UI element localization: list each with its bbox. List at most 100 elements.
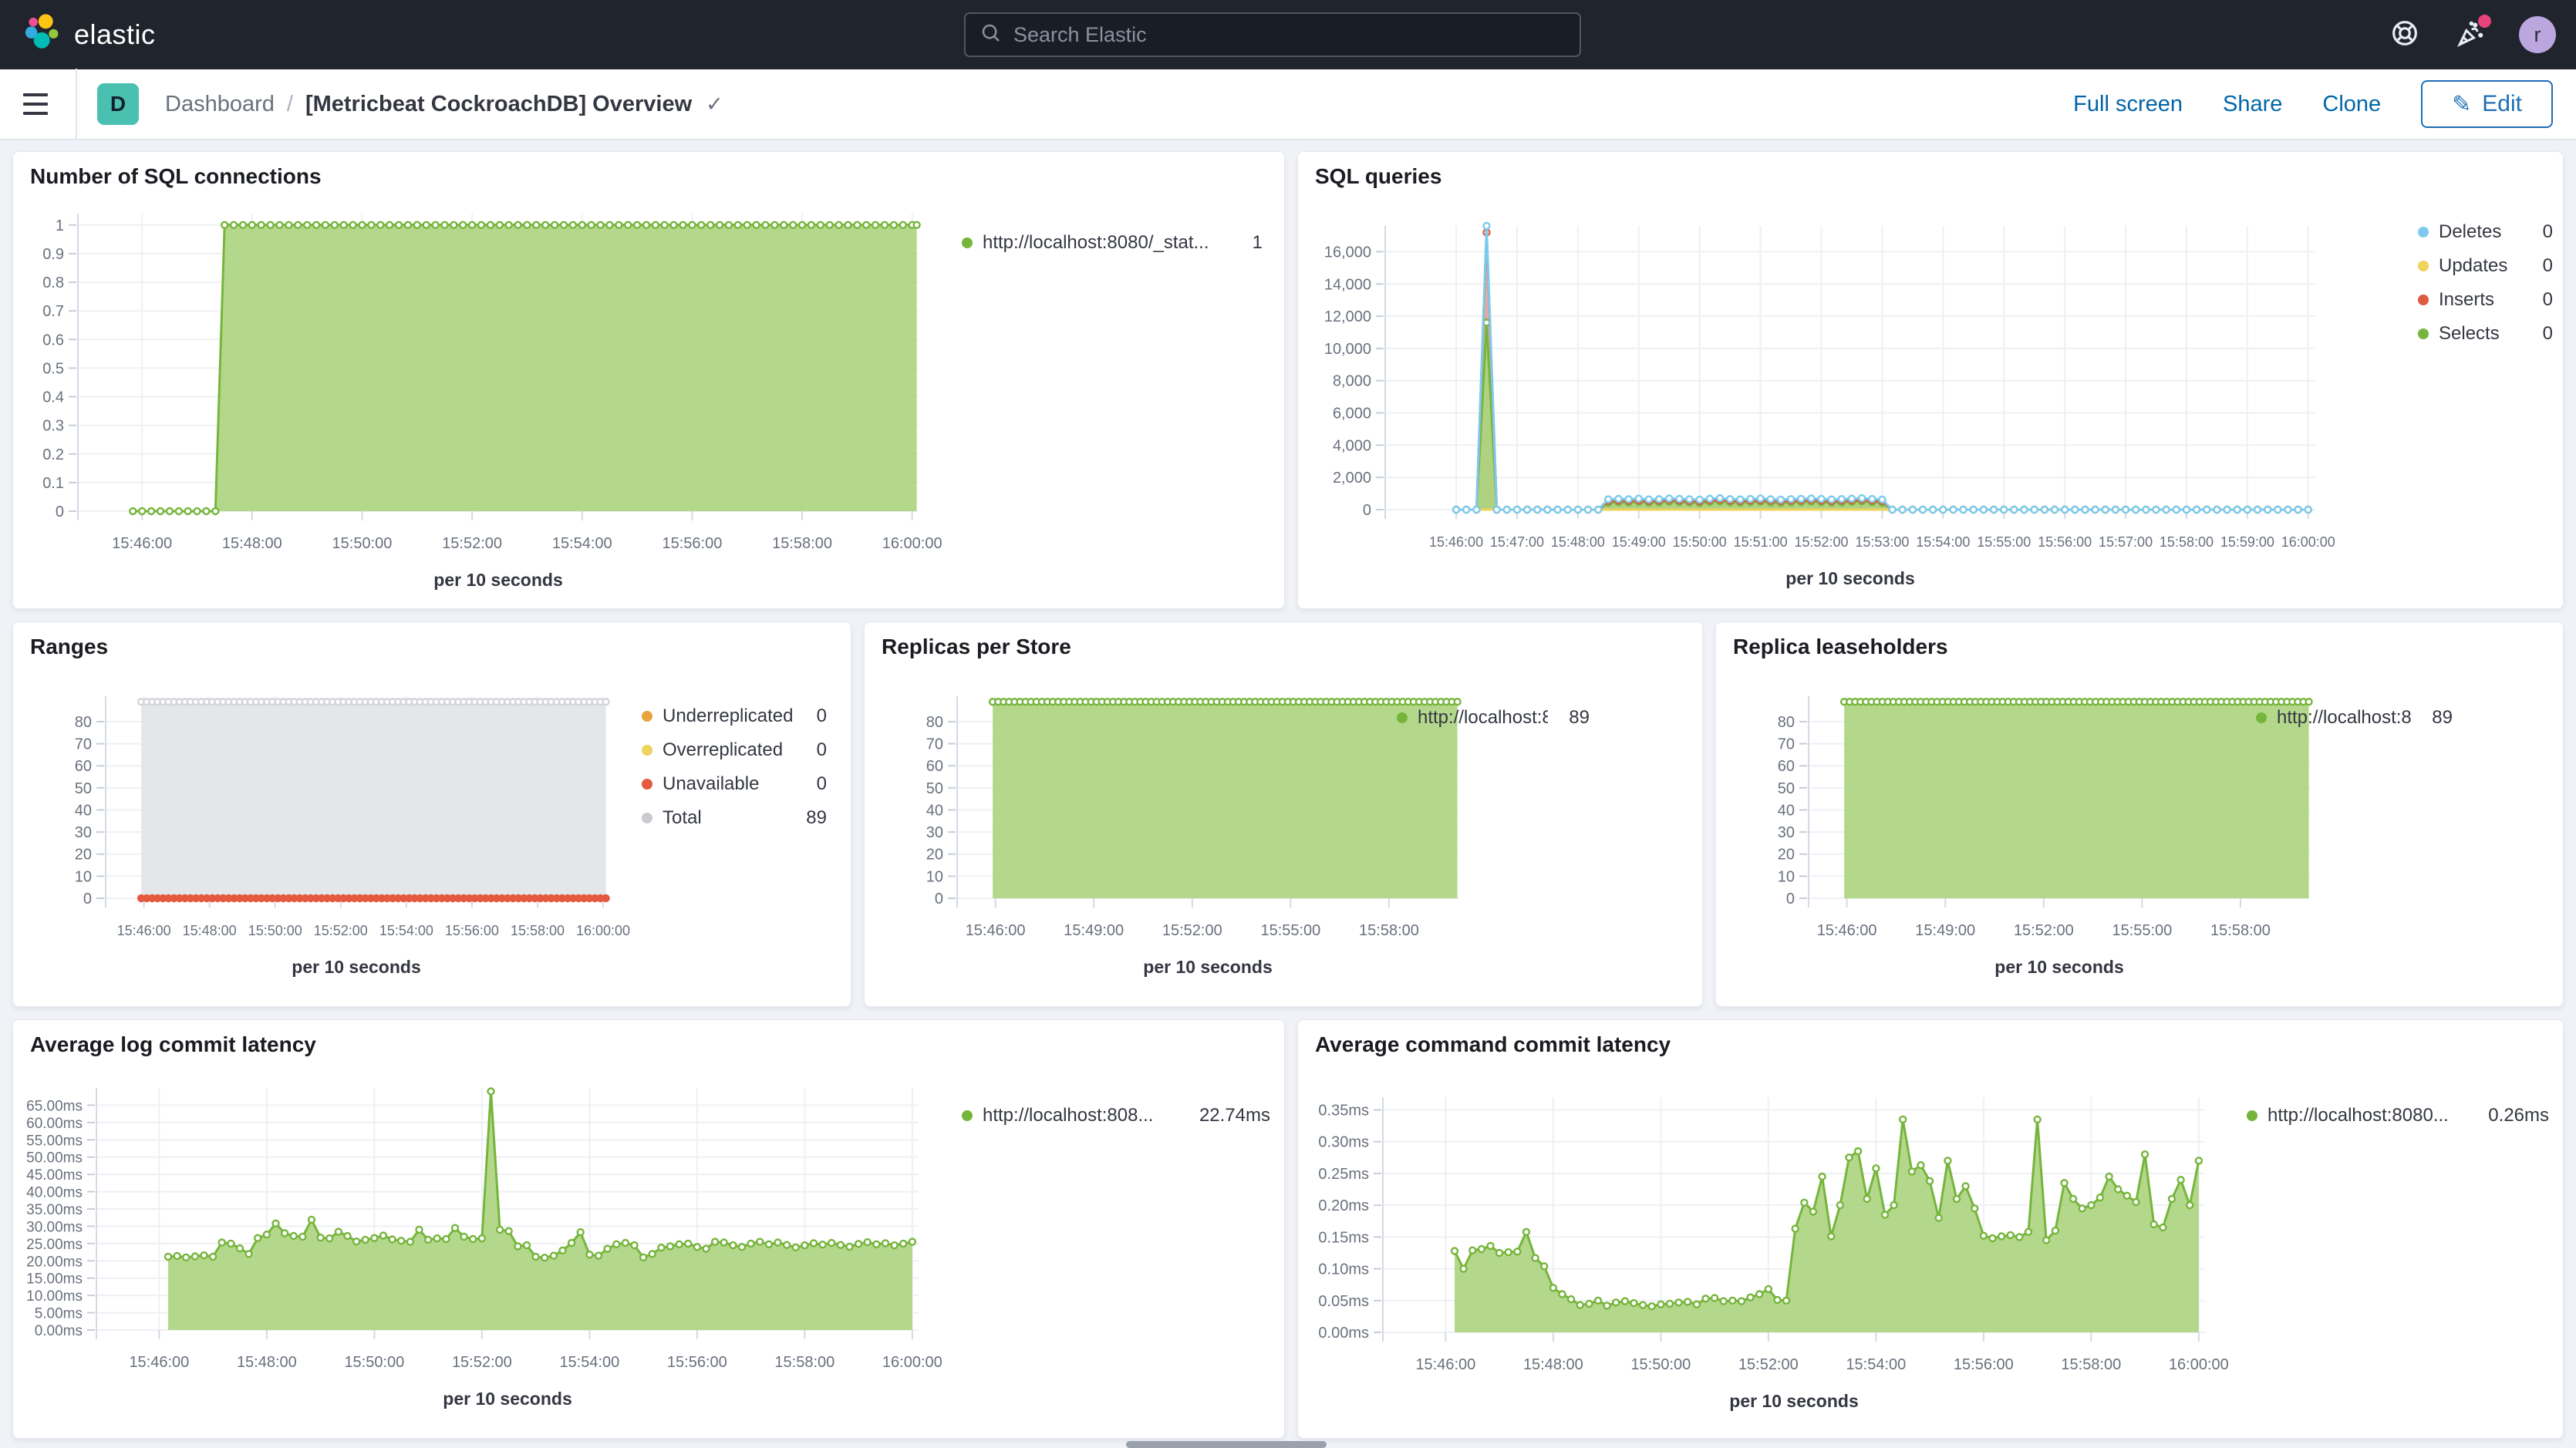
svg-text:16:00:00: 16:00:00 [2169, 1356, 2229, 1373]
svg-text:0.05ms: 0.05ms [1318, 1293, 1369, 1310]
svg-text:5.00ms: 5.00ms [35, 1306, 83, 1322]
legend-item[interactable]: http://localhost:8080/_sta...89 [2256, 701, 2453, 735]
legend-value: 0 [2532, 255, 2553, 277]
svg-text:30: 30 [1778, 824, 1795, 841]
svg-text:40: 40 [1778, 802, 1795, 819]
help-button[interactable] [2386, 16, 2423, 53]
legend-item[interactable]: Total89 [642, 801, 827, 835]
svg-text:15:46:00: 15:46:00 [1817, 922, 1877, 939]
legend-item[interactable]: Deletes0 [2418, 215, 2553, 249]
elastic-logo[interactable] [22, 12, 63, 58]
svg-text:15:46:00: 15:46:00 [129, 1354, 189, 1371]
panel-sql-connections: Number of SQL connections 10.90.80.70.60… [12, 151, 1285, 609]
chart-legend: Deletes0Updates0Inserts0Selects0 [2418, 215, 2553, 351]
svg-text:2,000: 2,000 [1333, 470, 1371, 487]
svg-text:50: 50 [75, 780, 92, 797]
svg-text:15:58:00: 15:58:00 [2160, 534, 2214, 550]
legend-item[interactable]: Underreplicated0 [642, 699, 827, 733]
nav-divider [76, 69, 77, 140]
svg-text:70: 70 [1778, 736, 1795, 753]
svg-text:16:00:00: 16:00:00 [882, 535, 942, 552]
svg-text:15.00ms: 15.00ms [26, 1271, 83, 1288]
log-commit-latency-chart[interactable]: 65.00ms60.00ms55.00ms50.00ms45.00ms40.00… [13, 1020, 1286, 1440]
svg-text:10: 10 [1778, 868, 1795, 885]
svg-text:15:48:00: 15:48:00 [183, 923, 237, 938]
svg-text:15:46:00: 15:46:00 [1415, 1356, 1475, 1373]
panel-replica-leaseholders: Replica leaseholders 8070605040302010015… [1715, 621, 2564, 1007]
svg-text:10: 10 [926, 868, 943, 885]
search-input[interactable] [1013, 23, 1566, 47]
clone-button[interactable]: Clone [2322, 92, 2381, 117]
legend-item[interactable]: http://localhost:8080/_stat...1 [962, 226, 1263, 260]
svg-text:60: 60 [926, 758, 943, 775]
svg-text:15:54:00: 15:54:00 [559, 1354, 619, 1371]
svg-text:0.35ms: 0.35ms [1318, 1102, 1369, 1119]
svg-text:per 10 seconds: per 10 seconds [1994, 957, 2123, 977]
svg-text:60: 60 [1778, 758, 1795, 775]
panel-sql-queries: SQL queries 16,00014,00012,00010,0008,00… [1297, 151, 2564, 609]
svg-text:15:50:00: 15:50:00 [1673, 534, 1727, 550]
svg-text:15:55:00: 15:55:00 [1977, 534, 2031, 550]
svg-text:16:00:00: 16:00:00 [882, 1354, 942, 1371]
legend-item[interactable]: Inserts0 [2418, 283, 2553, 317]
full-screen-button[interactable]: Full screen [2073, 92, 2183, 117]
breadcrumb-dashboard[interactable]: Dashboard [165, 92, 275, 117]
dashboard-app-icon[interactable]: D [97, 83, 139, 125]
legend-item[interactable]: Updates0 [2418, 249, 2553, 283]
legend-dot [642, 813, 652, 823]
legend-item[interactable]: Selects0 [2418, 317, 2553, 351]
legend-dot [642, 779, 652, 790]
svg-text:6,000: 6,000 [1333, 406, 1371, 423]
svg-text:8,000: 8,000 [1333, 373, 1371, 390]
svg-text:15:50:00: 15:50:00 [344, 1354, 404, 1371]
command-commit-latency-chart[interactable]: 0.35ms0.30ms0.25ms0.20ms0.15ms0.10ms0.05… [1298, 1020, 2564, 1440]
legend-dot [2418, 261, 2429, 271]
svg-text:15:47:00: 15:47:00 [1490, 534, 1544, 550]
share-button[interactable]: Share [2223, 92, 2282, 117]
edit-button[interactable]: ✎ Edit [2421, 80, 2553, 128]
svg-text:0: 0 [1786, 891, 1795, 908]
title-check-icon[interactable]: ✓ [706, 93, 723, 116]
user-avatar[interactable]: r [2519, 16, 2556, 53]
svg-text:0.1: 0.1 [42, 475, 64, 492]
svg-text:0.25ms: 0.25ms [1318, 1166, 1369, 1183]
replicas-per-store-chart[interactable]: 8070605040302010015:46:0015:49:0015:52:0… [865, 622, 1704, 1008]
svg-text:4,000: 4,000 [1333, 437, 1371, 454]
horizontal-scrollbar[interactable] [1126, 1441, 1327, 1448]
legend-item[interactable]: http://localhost:808...22.74ms [962, 1099, 1270, 1133]
legend-item[interactable]: http://localhost:8080/_sta...89 [1397, 701, 1590, 735]
svg-text:0.9: 0.9 [42, 246, 64, 263]
svg-text:40: 40 [75, 802, 92, 819]
global-search[interactable] [964, 12, 1581, 57]
breadcrumb: Dashboard / [Metricbeat CockroachDB] Ove… [165, 92, 723, 117]
menu-button[interactable] [23, 89, 54, 120]
svg-text:70: 70 [75, 736, 92, 753]
news-button[interactable] [2453, 16, 2490, 53]
svg-text:15:49:00: 15:49:00 [1915, 922, 1975, 939]
svg-text:40: 40 [926, 802, 943, 819]
replica-leaseholders-chart[interactable]: 8070605040302010015:46:0015:49:0015:52:0… [1716, 622, 2564, 1008]
sql-queries-chart[interactable]: 16,00014,00012,00010,0008,0006,0004,0002… [1298, 152, 2564, 610]
legend-dot [642, 745, 652, 756]
svg-text:15:59:00: 15:59:00 [2220, 534, 2274, 550]
svg-text:15:56:00: 15:56:00 [2038, 534, 2092, 550]
notification-dot [2478, 15, 2491, 28]
legend-dot [642, 711, 652, 722]
svg-text:15:56:00: 15:56:00 [1954, 1356, 2014, 1373]
svg-text:20: 20 [926, 847, 943, 864]
legend-value: 0 [806, 739, 827, 761]
legend-item[interactable]: http://localhost:8080...0.26ms [2247, 1099, 2549, 1133]
svg-text:15:57:00: 15:57:00 [2099, 534, 2153, 550]
legend-label: http://localhost:808... [983, 1105, 1153, 1126]
legend-item[interactable]: Overreplicated0 [642, 733, 827, 767]
svg-text:35.00ms: 35.00ms [26, 1202, 83, 1218]
svg-text:15:58:00: 15:58:00 [774, 1354, 835, 1371]
help-icon [2389, 17, 2421, 53]
svg-text:0: 0 [935, 891, 943, 908]
legend-label: Deletes [2439, 221, 2501, 243]
avatar-initial: r [2534, 23, 2541, 47]
sql-connections-chart[interactable]: 10.90.80.70.60.50.40.30.20.1015:46:0015:… [13, 152, 1286, 610]
svg-text:15:52:00: 15:52:00 [452, 1354, 512, 1371]
legend-item[interactable]: Unavailable0 [642, 767, 827, 801]
svg-text:50: 50 [1778, 780, 1795, 797]
